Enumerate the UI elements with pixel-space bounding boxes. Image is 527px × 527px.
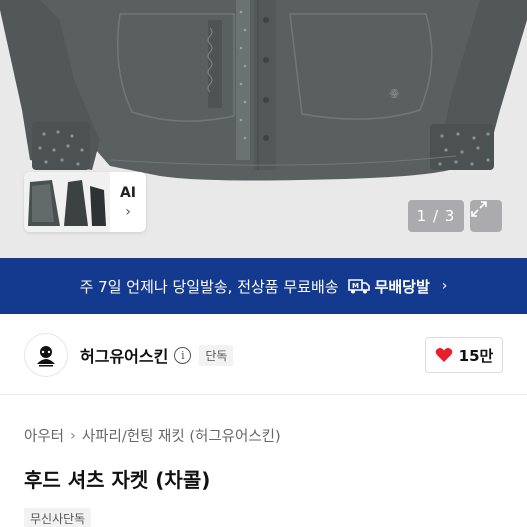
product-image-carousel[interactable]: ꙮ AI › 1 / 3 [0, 0, 527, 258]
ai-label: AI [119, 185, 137, 201]
like-button[interactable]: 15만 [425, 337, 503, 373]
brand-row: 허그유어스킨 i 단독 15만 [0, 322, 527, 388]
product-title: 후드 셔츠 자켓 (차콜) [24, 468, 211, 492]
shipping-banner-text: 주 7일 언제나 당일발송, 전상품 무료배송 [79, 277, 339, 296]
shipping-banner[interactable]: 주 7일 언제나 당일발송, 전상품 무료배송 M 무배당발 › [0, 258, 527, 314]
breadcrumb: 아우터 › 사파리/헌팅 재킷 (허그유어스킨) [24, 425, 281, 446]
heart-icon [435, 348, 452, 362]
musinsa-exclusive-tag: 무신사단독 [24, 508, 92, 527]
ai-similar-items-card[interactable]: AI › [24, 172, 146, 232]
brand-name[interactable]: 허그유어스킨 [80, 343, 168, 367]
brand-logo[interactable] [24, 333, 68, 377]
ai-thumbnail [24, 172, 110, 232]
chevron-right-icon: › [70, 427, 76, 444]
delivery-truck-icon: M [347, 279, 370, 294]
free-shipping-badge: M 무배당발 [347, 276, 430, 297]
expand-button[interactable] [470, 200, 502, 232]
chevron-right-icon: › [441, 278, 448, 294]
image-pager: 1 / 3 [408, 200, 464, 232]
divider [0, 394, 527, 395]
svg-text:M: M [352, 282, 359, 290]
chevron-right-icon: › [125, 204, 131, 220]
info-icon[interactable]: i [174, 346, 192, 364]
like-count: 15만 [458, 346, 494, 365]
breadcrumb-item-safari-jacket[interactable]: 사파리/헌팅 재킷 (허그유어스킨) [82, 425, 281, 446]
brand-logo-icon [37, 346, 55, 367]
svg-text:ꙮ: ꙮ [390, 88, 399, 99]
expand-icon [471, 201, 487, 217]
free-shipping-label: 무배당발 [374, 277, 430, 296]
exclusive-badge: 단독 [199, 344, 234, 366]
breadcrumb-item-outer[interactable]: 아우터 [24, 425, 64, 446]
